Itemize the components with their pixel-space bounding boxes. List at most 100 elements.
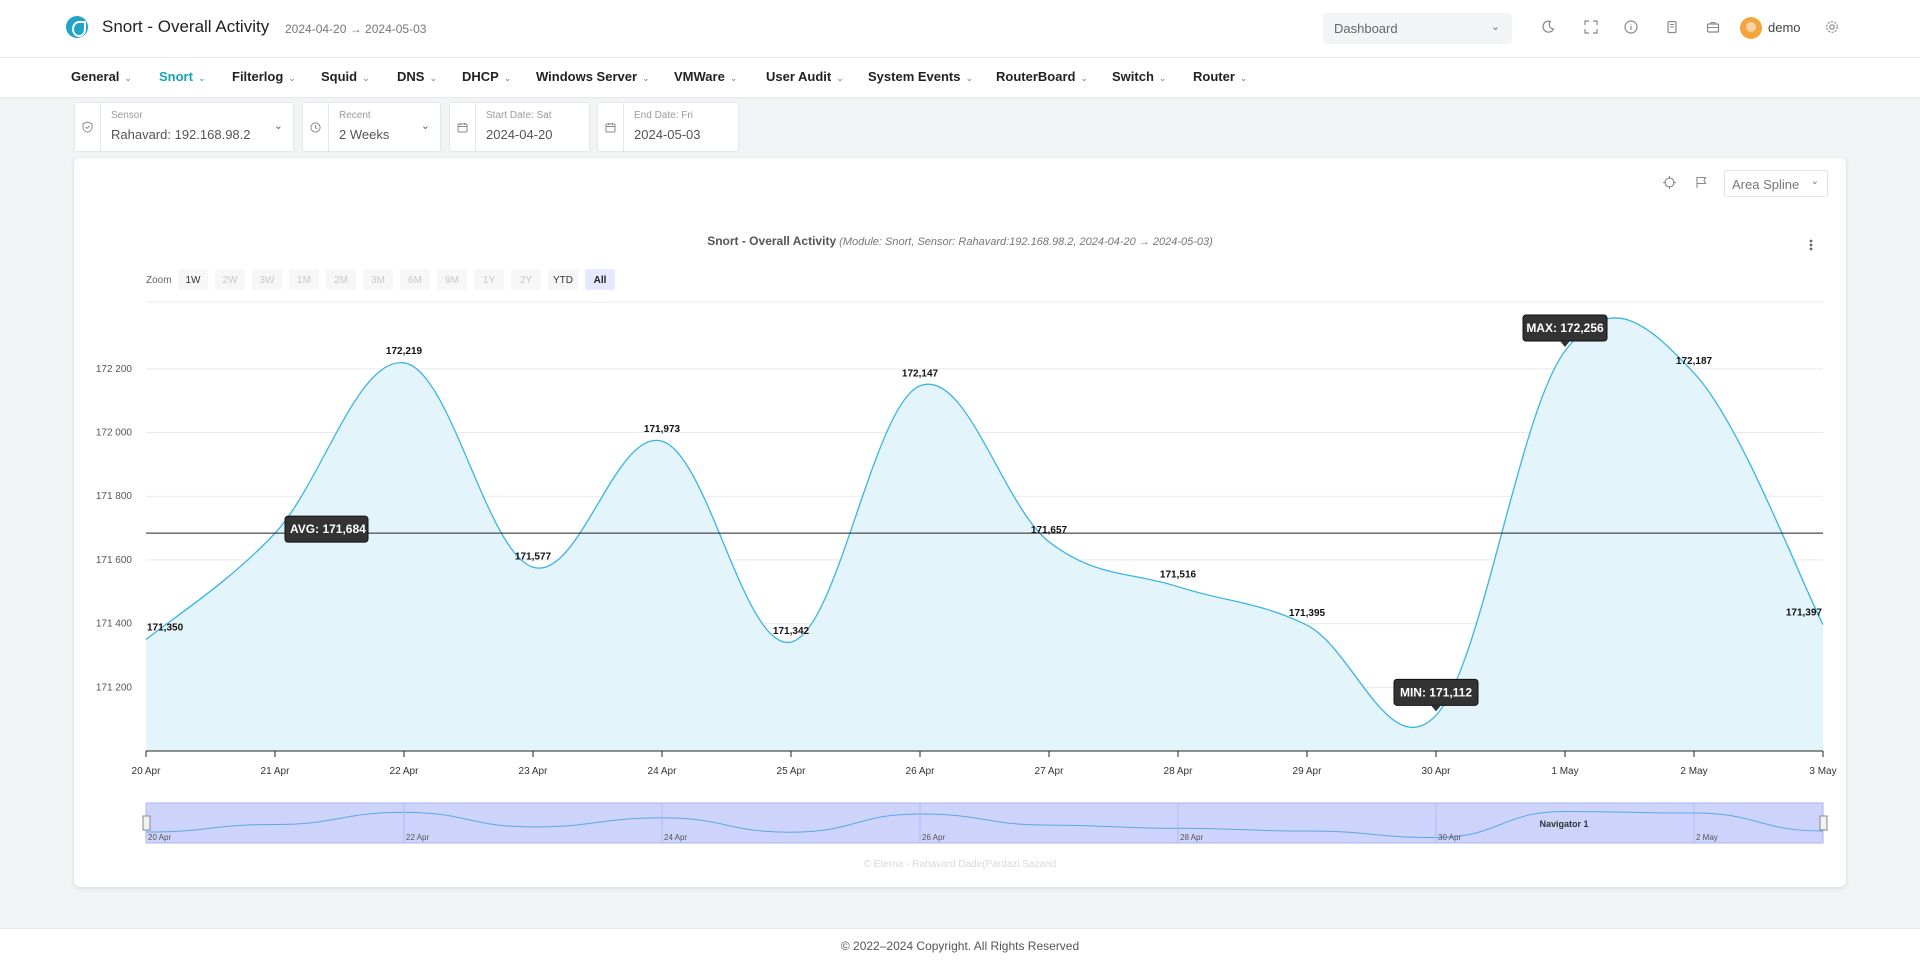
chart-credit: © Eterna - Rahavard Dade(Pardazi Sazand bbox=[863, 859, 1057, 870]
dashboard-select[interactable]: Dashboard ⌄ bbox=[1323, 13, 1512, 44]
menu-item-label: Windows Server bbox=[536, 69, 638, 84]
x-tick-label: 2 May bbox=[1680, 766, 1707, 777]
recent-filter[interactable]: Recent 2 Weeks ⌄ bbox=[302, 102, 441, 152]
min-label: MIN: 171,112 bbox=[1400, 685, 1472, 699]
menu-item-routerboard[interactable]: RouterBoard ⌄ bbox=[996, 69, 1088, 84]
chart-menu-dot bbox=[1809, 239, 1813, 243]
chart-subtitle: (Module: Snort, Sensor: Rahavard:192.168… bbox=[836, 236, 1213, 248]
chevron-down-icon: ⌄ bbox=[729, 73, 738, 83]
zoom-button-label: All bbox=[594, 275, 607, 286]
menu-item-snort[interactable]: Snort ⌄ bbox=[159, 69, 206, 84]
menu-item-dhcp[interactable]: DHCP ⌄ bbox=[462, 69, 511, 84]
calendar-icon bbox=[450, 103, 476, 151]
sensor-value: Rahavard: 192.168.98.2 bbox=[111, 127, 251, 142]
series-area bbox=[146, 317, 1823, 751]
chevron-down-icon: ⌄ bbox=[1490, 21, 1500, 33]
start-date-field[interactable]: Start Date: Sat 2024-04-20 bbox=[449, 102, 590, 152]
user-name[interactable]: demo bbox=[1768, 20, 1801, 35]
menu-item-label: User Audit bbox=[766, 69, 832, 84]
chevron-down-icon: ⌄ bbox=[124, 73, 132, 83]
y-tick-label: 171 400 bbox=[96, 619, 133, 630]
navigator-handle-left[interactable] bbox=[142, 815, 151, 831]
navigator-label: Navigator 1 bbox=[1539, 819, 1588, 829]
chevron-down-icon: ⌄ bbox=[1158, 73, 1167, 83]
chevron-down-icon: ⌄ bbox=[273, 120, 283, 132]
chevron-down-icon: ⌄ bbox=[1239, 73, 1248, 83]
book-icon[interactable] bbox=[1663, 18, 1681, 36]
navigator-tick-label: 2 May bbox=[1696, 833, 1718, 842]
x-tick-label: 26 Apr bbox=[906, 766, 936, 777]
chevron-down-icon: ⌄ bbox=[642, 73, 650, 83]
data-label: 171,350 bbox=[147, 623, 184, 634]
data-label: 172,147 bbox=[902, 369, 939, 380]
end-date-field[interactable]: End Date: Fri 2024-05-03 bbox=[597, 102, 739, 152]
navigator-handle-right[interactable] bbox=[1819, 815, 1828, 831]
navigator-tick-label: 26 Apr bbox=[922, 833, 945, 842]
menu-item-router[interactable]: Router ⌄ bbox=[1193, 69, 1247, 84]
menu-item-windows-server[interactable]: Windows Server ⌄ bbox=[536, 69, 650, 84]
main-menu: General ⌄ Snort ⌄ Filterlog ⌄ Squid ⌄ DNS ⌄ DHCP ⌄ W… bbox=[0, 58, 1920, 98]
data-label: 171,577 bbox=[515, 551, 552, 562]
y-tick-label: 171 800 bbox=[96, 491, 133, 502]
x-tick-label: 29 Apr bbox=[1293, 766, 1323, 777]
gear-icon[interactable] bbox=[1823, 18, 1841, 36]
data-label: 172,187 bbox=[1676, 356, 1713, 367]
chevron-down-icon: ⌄ bbox=[288, 73, 296, 83]
zoom-button-label: 6M bbox=[408, 275, 422, 286]
menu-item-dns[interactable]: DNS ⌄ bbox=[397, 69, 437, 84]
page-footer: © 2022–2024 Copyright. All Rights Reserv… bbox=[0, 928, 1920, 964]
menu-item-label: Router bbox=[1193, 69, 1235, 84]
top-header: Snort - Overall Activity 2024-04-20 → 20… bbox=[0, 0, 1920, 58]
menu-item-user-audit[interactable]: User Audit ⌄ bbox=[766, 69, 844, 84]
dashboard-select-value: Dashboard bbox=[1334, 21, 1398, 36]
zoom-button-label: 1M bbox=[297, 275, 311, 286]
chart-menu-icon[interactable] bbox=[1809, 239, 1813, 251]
x-tick-label: 22 Apr bbox=[390, 766, 420, 777]
sensor-filter[interactable]: Sensor Rahavard: 192.168.98.2 ⌄ bbox=[74, 102, 294, 152]
moon-icon[interactable] bbox=[1539, 18, 1557, 36]
menu-item-switch[interactable]: Switch ⌄ bbox=[1112, 69, 1166, 84]
menu-item-label: Squid bbox=[321, 69, 358, 84]
calendar-icon bbox=[598, 103, 624, 151]
zoom-button-label: 9M bbox=[445, 275, 459, 286]
chevron-down-icon: ⌄ bbox=[503, 73, 512, 83]
x-tick-label: 25 Apr bbox=[777, 766, 807, 777]
menu-item-filterlog[interactable]: Filterlog ⌄ bbox=[232, 69, 296, 84]
x-tick-label: 30 Apr bbox=[1422, 766, 1452, 777]
recent-value: 2 Weeks bbox=[339, 127, 390, 142]
briefcase-icon[interactable] bbox=[1704, 18, 1722, 36]
shield-icon bbox=[75, 103, 101, 151]
date-range-text: 2024-04-20 → 2024-05-03 bbox=[285, 22, 427, 36]
chevron-down-icon: ⌄ bbox=[1080, 73, 1088, 83]
info-icon[interactable] bbox=[1622, 18, 1640, 36]
chart-card: Area Spline ⌄ Snort - Overall Activity (… bbox=[74, 158, 1846, 887]
data-label: 171,516 bbox=[1160, 570, 1197, 581]
zoom-button-label: YTD bbox=[553, 275, 573, 286]
menu-item-label: General bbox=[71, 69, 120, 84]
menu-item-general[interactable]: General ⌄ bbox=[71, 69, 132, 84]
app-logo[interactable] bbox=[66, 16, 88, 38]
fullscreen-icon[interactable] bbox=[1582, 18, 1600, 36]
menu-item-vmware[interactable]: VMWare ⌄ bbox=[674, 69, 737, 84]
x-tick-label: 20 Apr bbox=[132, 766, 162, 777]
chart-menu-dot bbox=[1809, 247, 1813, 251]
zoom-button-label: 2M bbox=[334, 275, 348, 286]
y-tick-label: 171 600 bbox=[96, 555, 133, 566]
max-label: MAX: 172,256 bbox=[1526, 321, 1604, 335]
start-date-label: Start Date: Sat bbox=[486, 110, 552, 121]
recent-label: Recent bbox=[339, 110, 371, 121]
chevron-down-icon: ⌄ bbox=[420, 120, 430, 132]
menu-item-squid[interactable]: Squid ⌄ bbox=[321, 69, 370, 84]
x-tick-label: 28 Apr bbox=[1164, 766, 1194, 777]
zoom-button-label: 2W bbox=[223, 275, 239, 286]
navigator-tick-label: 28 Apr bbox=[1180, 833, 1203, 842]
data-label: 171,973 bbox=[644, 424, 681, 435]
menu-item-system-events[interactable]: System Events ⌄ bbox=[868, 69, 973, 84]
navigator-tick-label: 22 Apr bbox=[406, 833, 429, 842]
zoom-button-label: 1W bbox=[186, 275, 202, 286]
chevron-down-icon: ⌄ bbox=[362, 73, 370, 83]
x-tick-label: 24 Apr bbox=[648, 766, 678, 777]
x-tick-label: 1 May bbox=[1551, 766, 1578, 777]
menu-item-label: RouterBoard bbox=[996, 69, 1076, 84]
avatar[interactable] bbox=[1740, 17, 1762, 39]
